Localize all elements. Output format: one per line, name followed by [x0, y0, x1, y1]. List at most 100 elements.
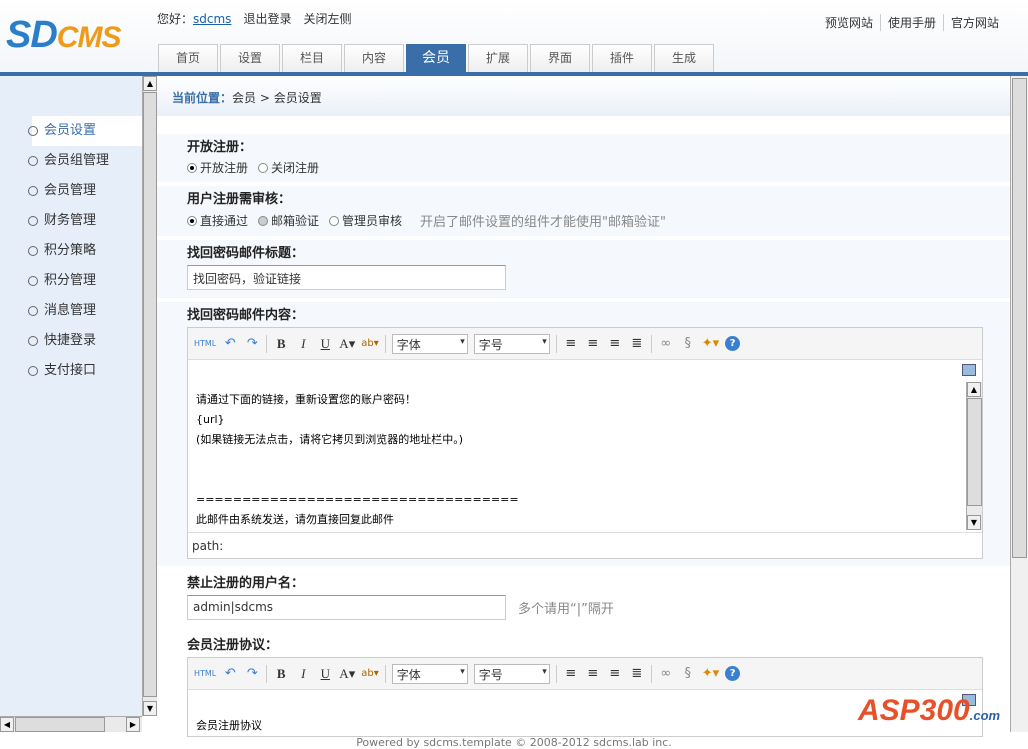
sidebar-item-member-groups[interactable]: 会员组管理 [0, 146, 142, 176]
manual-link[interactable]: 使用手册 [879, 14, 943, 31]
tab-members[interactable]: 会员 [406, 44, 466, 72]
sidebar-item-quick-login[interactable]: 快捷登录 [0, 326, 142, 356]
bold-icon[interactable]: B [273, 666, 289, 682]
align-center-icon[interactable]: ≡ [585, 666, 601, 681]
sidebar-vertical-scrollbar[interactable]: ▲ ▼ [142, 76, 157, 716]
field-label: 找回密码邮件标题： [187, 246, 305, 261]
main-vertical-scrollbar[interactable] [1010, 76, 1028, 732]
scroll-left-icon[interactable]: ◀ [0, 717, 14, 732]
editor-line: =================================== [196, 493, 519, 506]
help-icon[interactable]: ? [725, 336, 741, 351]
sidebar-item-members[interactable]: 会员管理 [0, 176, 142, 206]
circle-icon [28, 186, 38, 196]
size-select[interactable]: 字号 [473, 663, 550, 684]
italic-icon[interactable]: I [295, 336, 311, 352]
italic-icon[interactable]: I [295, 666, 311, 682]
circle-icon [28, 126, 38, 136]
html-icon[interactable]: HTML [194, 339, 216, 348]
editor-body[interactable]: ▲ ▼ 请通过下面的链接，重新设置您的账户密码！ {url} (如果链接无法点击… [188, 360, 982, 532]
align-right-icon[interactable]: ≡ [607, 336, 623, 351]
align-center-icon[interactable]: ≡ [585, 336, 601, 351]
sidebar-item-payment[interactable]: 支付接口 [0, 356, 142, 386]
radio-email-verify[interactable]: 邮箱验证 [258, 212, 319, 229]
logo[interactable]: SDCMS [6, 14, 121, 57]
pwd-title-input[interactable]: 找回密码，验证链接 [187, 265, 506, 290]
radio-admin-review[interactable]: 管理员审核 [329, 212, 402, 229]
close-left-link[interactable]: 关闭左侧 [303, 10, 351, 27]
banned-usernames-input[interactable]: admin|sdcms [187, 595, 506, 620]
font-select[interactable]: 字体 [391, 663, 468, 684]
scroll-down-icon[interactable]: ▼ [967, 515, 981, 530]
align-right-icon[interactable]: ≡ [607, 666, 623, 681]
radio-open[interactable]: 开放注册 [187, 159, 248, 176]
unlink-icon[interactable]: § [680, 666, 696, 681]
field-label: 用户注册需审核： [187, 192, 292, 207]
font-select[interactable]: 字体 [391, 333, 468, 354]
greeting: 您好： [157, 12, 194, 26]
fullscreen-icon[interactable] [962, 364, 976, 376]
link-icon[interactable]: ∞ [658, 666, 674, 681]
tab-generate[interactable]: 生成 [654, 44, 714, 72]
tab-content[interactable]: 内容 [344, 44, 404, 72]
scroll-up-icon[interactable]: ▲ [967, 382, 981, 397]
circle-icon [28, 366, 38, 376]
tab-extensions[interactable]: 扩展 [468, 44, 528, 72]
banned-usernames-row: 禁止注册的用户名： admin|sdcms 多个请用“|”隔开 [157, 570, 1010, 628]
sidebar-item-member-settings[interactable]: 会员设置 [0, 116, 142, 146]
logout-link[interactable]: 退出登录 [243, 10, 291, 27]
circle-icon [28, 276, 38, 286]
scroll-thumb[interactable] [143, 92, 157, 697]
sidebar-item-label: 会员组管理 [44, 153, 110, 168]
undo-icon[interactable]: ↶ [222, 666, 238, 681]
scroll-thumb[interactable] [15, 717, 105, 732]
justify-icon[interactable]: ≣ [629, 336, 645, 351]
align-left-icon[interactable]: ≡ [563, 336, 579, 351]
justify-icon[interactable]: ≣ [629, 666, 645, 681]
scroll-thumb[interactable] [967, 398, 982, 506]
scroll-thumb[interactable] [1012, 78, 1027, 558]
sidebar-item-finance[interactable]: 财务管理 [0, 206, 142, 236]
editor-scrollbar[interactable]: ▲ ▼ [966, 382, 982, 530]
html-icon[interactable]: HTML [194, 669, 216, 678]
bold-icon[interactable]: B [273, 336, 289, 352]
align-left-icon[interactable]: ≡ [563, 666, 579, 681]
highlight-icon[interactable]: ab▾ [361, 338, 379, 349]
tab-settings[interactable]: 设置 [220, 44, 280, 72]
tab-plugins[interactable]: 插件 [592, 44, 652, 72]
scroll-up-icon[interactable]: ▲ [143, 76, 157, 91]
tab-interface[interactable]: 界面 [530, 44, 590, 72]
field-label: 禁止注册的用户名： [187, 576, 305, 591]
link-icon[interactable]: ∞ [658, 336, 674, 351]
font-color-icon[interactable]: A▾ [339, 336, 355, 352]
radio-close[interactable]: 关闭注册 [258, 159, 319, 176]
underline-icon[interactable]: U [317, 336, 333, 352]
font-color-icon[interactable]: A▾ [339, 666, 355, 682]
sidebar-horizontal-scrollbar[interactable]: ◀ ▶ [0, 716, 142, 732]
username-link[interactable]: sdcms [193, 12, 231, 26]
unlink-icon[interactable]: § [680, 336, 696, 351]
redo-icon[interactable]: ↷ [244, 336, 260, 351]
official-site-link[interactable]: 官方网站 [942, 14, 1006, 31]
size-select[interactable]: 字号 [473, 333, 550, 354]
tab-home[interactable]: 首页 [158, 44, 218, 72]
watermark-logo: ASP300.com [858, 694, 1001, 727]
undo-icon[interactable]: ↶ [222, 336, 238, 351]
help-icon[interactable]: ? [725, 666, 741, 681]
sidebar-item-points[interactable]: 积分管理 [0, 266, 142, 296]
radio-direct[interactable]: 直接通过 [187, 212, 248, 229]
redo-icon[interactable]: ↷ [244, 666, 260, 681]
highlight-icon[interactable]: ab▾ [361, 668, 379, 679]
editor-line: {url} [196, 413, 225, 426]
top-links: 预览网站 使用手册 官方网站 [818, 14, 1006, 31]
scroll-down-icon[interactable]: ▼ [143, 701, 157, 716]
sidebar-item-points-policy[interactable]: 积分策略 [0, 236, 142, 266]
underline-icon[interactable]: U [317, 666, 333, 682]
breadcrumb-path: 会员 > 会员设置 [232, 91, 322, 105]
tab-columns[interactable]: 栏目 [282, 44, 342, 72]
scroll-right-icon[interactable]: ▶ [126, 717, 140, 732]
magic-wand-icon[interactable]: ✦▾ [702, 336, 719, 351]
editor-line: (如果链接无法点击，请将它拷贝到浏览器的地址栏中。) [196, 433, 464, 446]
preview-site-link[interactable]: 预览网站 [818, 14, 880, 31]
magic-wand-icon[interactable]: ✦▾ [702, 666, 719, 681]
sidebar-item-messages[interactable]: 消息管理 [0, 296, 142, 326]
